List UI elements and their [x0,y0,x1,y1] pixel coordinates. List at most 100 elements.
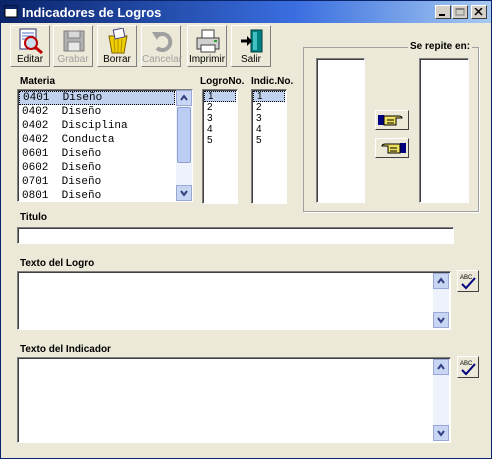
minimize-icon [439,14,445,16]
scroll-down-button[interactable] [433,312,449,328]
cancelar-button[interactable]: Cancelar [141,25,183,67]
list-item[interactable]: 1 [204,91,236,102]
list-item[interactable]: 0701 Diseño [19,175,175,189]
list-item[interactable]: 0801 Diseño [19,189,175,202]
texto-logro-scrollbar[interactable] [433,273,449,328]
minimize-button[interactable] [435,5,451,19]
materia-listbox[interactable]: 0401 Diseño 0402 Diseño 0402 Disciplina 040… [17,89,193,202]
imprimir-label: Imprimir [188,54,226,65]
scroll-down-button[interactable] [176,185,192,201]
materia-name: Diseño [62,92,103,104]
list-item[interactable]: 0402 Diseño [19,105,175,119]
materia-code: 0402 [22,120,49,132]
indic-listbox[interactable]: 12345 [251,89,287,204]
list-item[interactable]: 5 [204,135,236,146]
scroll-up-button[interactable] [433,273,449,289]
list-item[interactable]: 4 [204,124,236,135]
list-item[interactable]: 0402 Conducta [19,133,175,147]
list-item[interactable]: 0601 Diseño [19,147,175,161]
titulo-label: Titulo [20,212,48,223]
list-item[interactable]: 3 [253,113,285,124]
list-item[interactable]: 0401 Diseño [19,91,175,105]
cancelar-label: Cancelar [142,54,183,65]
indic-rows: 12345 [253,91,285,146]
materia-name: Diseño [61,148,102,160]
editar-label: Editar [16,54,44,65]
close-icon [474,8,483,16]
edit-magnifier-icon [19,28,43,54]
chevron-up-icon [437,277,445,284]
borrar-button[interactable]: Borrar [97,25,137,67]
repeat-listbox[interactable] [419,58,469,203]
list-item[interactable]: 1 [253,91,285,102]
scroll-down-button[interactable] [433,425,449,441]
borrar-label: Borrar [103,54,131,65]
materia-code: 0401 [23,92,50,104]
list-item[interactable]: 2 [204,102,236,113]
pointing-hand-left-icon [381,143,406,154]
window-title: Indicadores de Logros [22,5,162,20]
materia-name: Diseño [61,176,102,188]
undo-arrow-icon [152,32,173,52]
maximize-icon [455,8,465,16]
pointing-hand-right-icon [378,115,403,126]
move-left-button[interactable] [375,138,409,158]
source-listbox[interactable] [316,58,365,203]
main-window: Indicadores de Logros Editar Grabar Borr… [0,0,492,459]
spellcheck-icon: ABC [460,361,476,376]
app-icon [4,5,18,18]
chevron-up-icon [180,94,188,101]
grabar-button[interactable]: Grabar [53,25,93,67]
scroll-up-button[interactable] [433,359,449,375]
spellcheck-indicador-button[interactable]: ABC [457,356,479,378]
materia-code: 0402 [22,106,49,118]
se-repite-label: Se repite en: [408,41,473,52]
materia-code: 0601 [22,148,49,160]
materia-name: Disciplina [61,120,128,132]
editar-button[interactable]: Editar [10,25,50,67]
spellcheck-icon: ABC [460,275,476,290]
materia-label: Materia [20,76,56,87]
materia-scrollbar[interactable] [176,90,192,201]
maximize-button[interactable] [452,5,468,19]
list-item[interactable]: 4 [253,124,285,135]
list-item[interactable]: 5 [253,135,285,146]
materia-code: 0602 [22,162,49,174]
exit-door-icon [241,29,263,53]
list-item[interactable]: 2 [253,102,285,113]
chevron-down-icon [437,317,445,324]
materia-name: Diseño [61,106,102,118]
svg-text:ABC: ABC [460,275,473,281]
salir-button[interactable]: Salir [231,25,271,67]
scroll-thumb[interactable] [177,107,191,163]
list-item[interactable]: 0602 Diseño [19,161,175,175]
texto-indicador-label: Texto del Indicador [20,344,111,355]
printer-icon [196,29,220,53]
texto-indicador-textarea[interactable] [17,357,451,443]
texto-indicador-scrollbar[interactable] [433,359,449,441]
texto-logro-textarea[interactable] [17,271,451,330]
logro-listbox[interactable]: 12345 [202,89,238,204]
logro-rows: 12345 [204,91,236,146]
spellcheck-logro-button[interactable]: ABC [457,270,479,292]
imprimir-button[interactable]: Imprimir [187,25,227,67]
list-item[interactable]: 3 [204,113,236,124]
materia-code: 0701 [22,176,49,188]
materia-code: 0801 [22,190,49,202]
scroll-up-button[interactable] [176,90,192,106]
chevron-up-icon [437,363,445,370]
list-item[interactable]: 0402 Disciplina [19,119,175,133]
materia-code: 0402 [22,134,49,146]
titulo-input[interactable] [17,227,454,244]
materia-name: Diseño [61,162,102,174]
indic-no-label: Indic.No. [251,76,294,87]
move-right-button[interactable] [375,110,409,130]
close-button[interactable] [471,5,487,19]
salir-label: Salir [240,54,261,65]
